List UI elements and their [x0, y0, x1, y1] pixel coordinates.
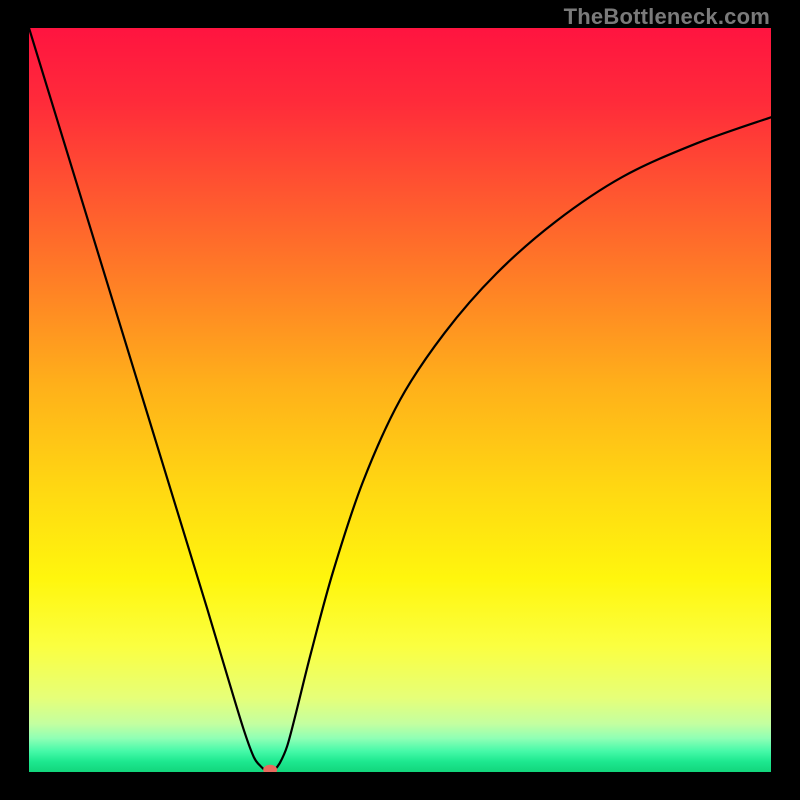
- chart-frame: TheBottleneck.com: [0, 0, 800, 800]
- chart-canvas: [29, 28, 771, 772]
- watermark-text: TheBottleneck.com: [564, 4, 770, 30]
